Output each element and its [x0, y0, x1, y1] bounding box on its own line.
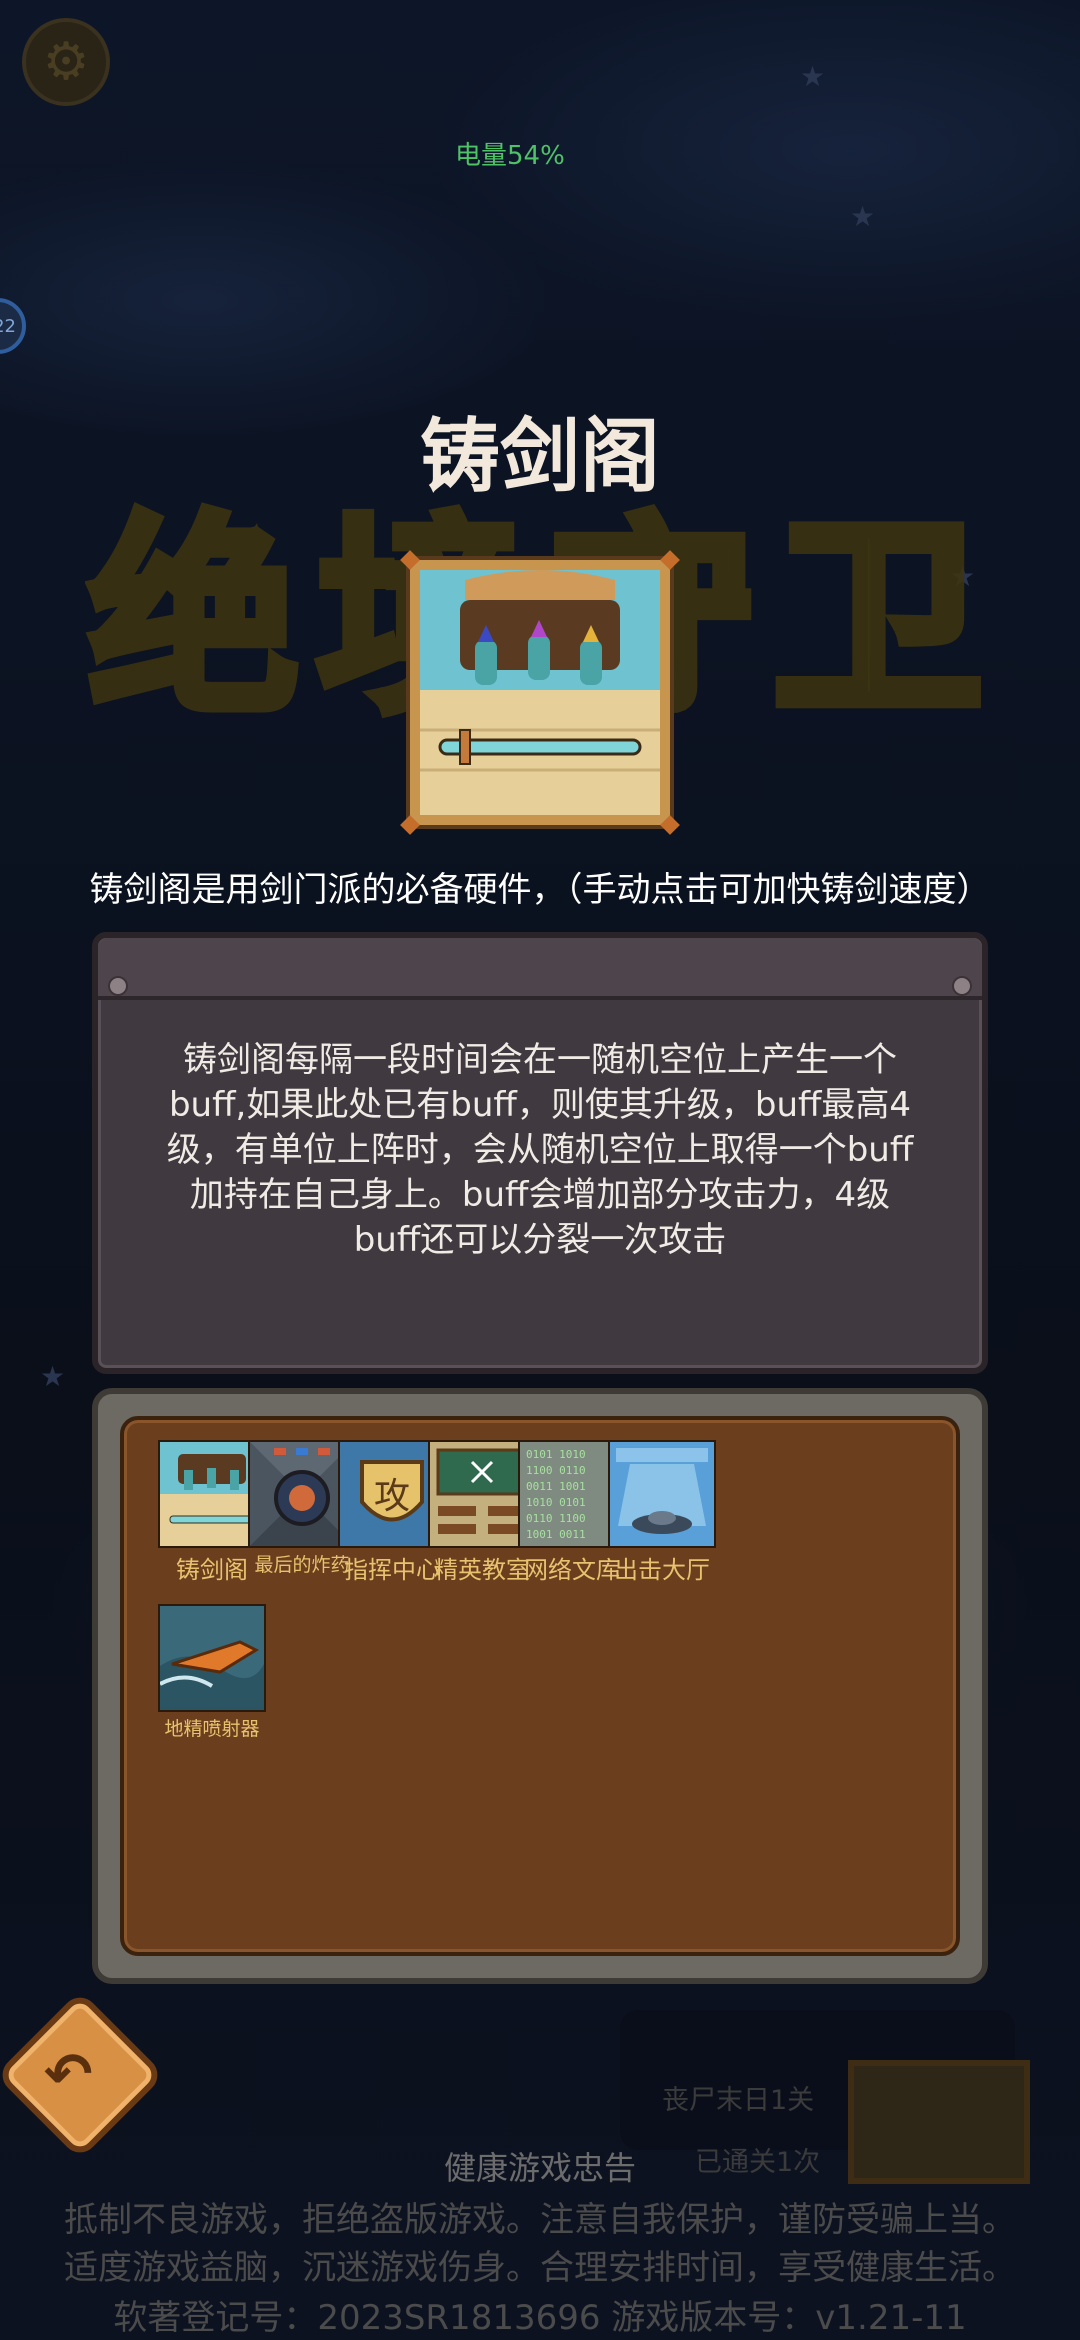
health-notice-line: 抵制不良游戏，拒绝盗版游戏。注意自我保护，谨防受骗上当。 — [64, 2200, 1016, 2240]
building-item-label: 地精喷射器 — [164, 1718, 260, 1740]
building-item-goblin-jet[interactable]: 地精喷射器 — [152, 1604, 272, 1741]
building-grid: 铸剑阁 最后的炸药 攻 指挥中心 精英教室 0101 1010 1100 011… — [120, 1416, 960, 1956]
star-icon: ★ — [40, 1360, 66, 1393]
back-arrow-icon: ↶ — [44, 2040, 93, 2108]
star-icon: ★ — [800, 60, 826, 93]
building-description: 铸剑阁每隔一段时间会在一随机空位上产生一个buff,如果此处已有buff，则使其… — [166, 1040, 914, 1260]
level-name: 丧尸末日1关 — [662, 2085, 815, 2116]
version-info: 软著登记号：2023SR1813696 游戏版本号：v1.21-11 — [113, 2298, 967, 2338]
svg-text:0101 1010: 0101 1010 — [526, 1448, 586, 1461]
svg-text:1010 0101: 1010 0101 — [526, 1496, 586, 1509]
settings-gear-icon[interactable]: ⚙ — [22, 18, 110, 106]
goblin-jet-icon — [158, 1604, 266, 1712]
panel-rail — [98, 938, 982, 1000]
building-summary: 铸剑阁是用剑门派的必备硬件，（手动点击可加快铸剑速度） — [89, 870, 991, 910]
svg-text:1100 0110: 1100 0110 — [526, 1464, 586, 1477]
description-panel: 铸剑阁每隔一段时间会在一随机空位上产生一个buff,如果此处已有buff，则使其… — [92, 932, 988, 1374]
building-item-label: 出击大厅 — [614, 1556, 710, 1584]
nail-icon — [952, 976, 972, 996]
building-item-launch-hall[interactable]: 出击大厅 — [602, 1440, 722, 1585]
health-notice-title: 健康游戏忠告 — [443, 2149, 636, 2187]
svg-text:1001 0011: 1001 0011 — [526, 1528, 586, 1541]
svg-text:攻: 攻 — [374, 1476, 410, 1517]
building-title: 铸剑阁 — [420, 410, 660, 503]
svg-text:0110 1100: 0110 1100 — [526, 1512, 586, 1525]
sword-forge-icon — [420, 570, 660, 815]
svg-text:0011 1001: 0011 1001 — [526, 1480, 586, 1493]
launch-hall-icon — [608, 1440, 716, 1548]
building-card — [400, 550, 680, 835]
building-list-panel: 铸剑阁 最后的炸药 攻 指挥中心 精英教室 0101 1010 1100 011… — [92, 1388, 988, 1984]
battery-status: 电量54% — [455, 141, 565, 171]
star-icon: ★ — [850, 200, 876, 233]
nail-icon — [108, 976, 128, 996]
health-notice-line: 适度游戏益脑，沉迷游戏伤身。合理安排时间，享受健康生活。 — [64, 2248, 1016, 2288]
